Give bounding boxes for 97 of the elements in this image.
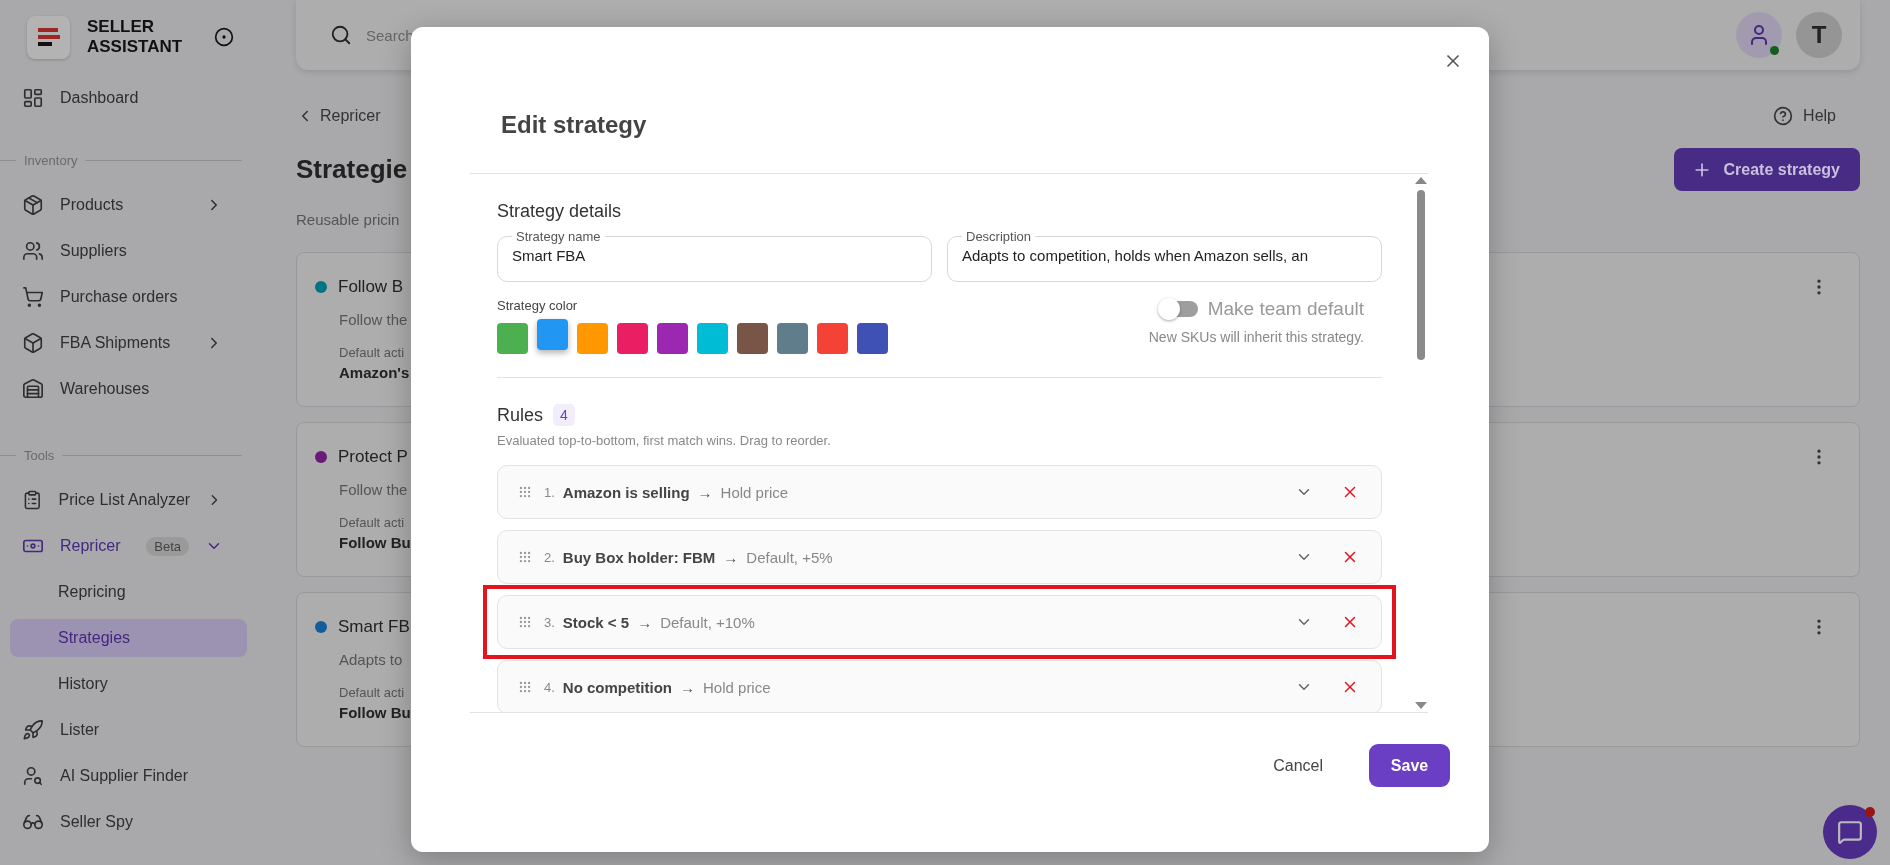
- strategy-name-field[interactable]: Strategy name Smart FBA: [497, 229, 932, 282]
- sidebar-item[interactable]: Dashboard: [0, 75, 250, 121]
- nav-icon: [22, 194, 44, 216]
- arrow-text: →: [697, 483, 713, 501]
- arrow-text: →: [680, 678, 695, 696]
- rule-number: 4.: [544, 679, 555, 695]
- field-label: Description: [965, 229, 1033, 244]
- color-swatch[interactable]: [617, 323, 648, 354]
- drag-handle-icon[interactable]: [518, 550, 532, 564]
- search-icon: [330, 24, 352, 46]
- sidebar-item[interactable]: Seller Spy: [0, 799, 250, 845]
- drag-handle-icon[interactable]: [518, 680, 532, 694]
- color-swatch[interactable]: [737, 323, 768, 354]
- color-swatch[interactable]: [577, 323, 608, 354]
- arrow-text: →: [637, 613, 653, 631]
- dialog-title: Edit strategy: [470, 27, 1428, 174]
- card-value: Amazon's: [339, 364, 410, 381]
- drag-handle-icon[interactable]: [518, 485, 532, 499]
- rule-action: Hold price: [720, 483, 789, 501]
- nav-icon: [22, 378, 44, 400]
- drag-handle-icon[interactable]: [518, 615, 532, 629]
- sidebar-item[interactable]: History: [10, 665, 247, 703]
- card-label: Default acti: [339, 685, 405, 700]
- arrow-text: →: [723, 548, 739, 566]
- chat-icon: [1837, 819, 1863, 845]
- section-label: Inventory: [24, 152, 78, 168]
- card-title: Protect P: [338, 447, 408, 467]
- nav-icon: [22, 489, 43, 511]
- sidebar-item[interactable]: Lister: [0, 707, 250, 753]
- color-swatch[interactable]: [857, 323, 888, 354]
- cancel-button[interactable]: Cancel: [1267, 755, 1329, 776]
- rule-action: Default, +5%: [746, 548, 833, 566]
- beta-badge: Beta: [146, 536, 189, 556]
- card-label: Default acti: [339, 345, 405, 360]
- rule-number: 3.: [544, 614, 555, 630]
- radio-icon[interactable]: [214, 27, 234, 47]
- section-label: Tools: [24, 447, 55, 463]
- rule-number: 2.: [544, 549, 555, 565]
- sidebar-item[interactable]: Price List Analyzer: [0, 477, 250, 523]
- description-field[interactable]: Description Adapts to competition, holds when Amazon sells, an: [947, 229, 1382, 282]
- avatar[interactable]: T: [1796, 12, 1842, 58]
- count-badge: 4: [553, 404, 575, 426]
- toggle-hint: New SKUs will inherit this strategy.: [1148, 329, 1364, 345]
- sidebar-item[interactable]: Products: [0, 182, 250, 228]
- field-label: Strategy color: [497, 298, 579, 313]
- toggle-switch[interactable]: [1159, 301, 1198, 317]
- rule-action: Default, +10%: [660, 613, 755, 631]
- rule-condition: Amazon is selling: [562, 483, 690, 501]
- rule-action: Hold price: [703, 678, 771, 696]
- sidebar-item[interactable]: Strategies: [10, 619, 247, 657]
- nav-icon: [22, 765, 44, 787]
- sidebar-item[interactable]: Warehouses: [0, 366, 250, 412]
- card-description: Follow the: [339, 481, 408, 498]
- sidebar-item[interactable]: Purchase orders: [0, 274, 250, 320]
- card-value: Follow Bu: [339, 534, 411, 551]
- page-subtitle: Reusable pricin: [296, 211, 400, 228]
- sidebar-item[interactable]: AI Supplier Finder: [0, 753, 250, 799]
- logo-icon: [27, 15, 70, 59]
- nav-icon: [22, 286, 44, 308]
- user-button[interactable]: [1736, 12, 1782, 58]
- back-link[interactable]: Repricer: [296, 107, 381, 125]
- card-title: Smart FB: [338, 617, 410, 637]
- sidebar-item[interactable]: Suppliers: [0, 228, 250, 274]
- color-swatch[interactable]: [817, 323, 848, 354]
- color-swatch[interactable]: [777, 323, 808, 354]
- page-title: Strategie: [296, 154, 408, 185]
- rules-hint: Evaluated top-to-bottom, first match wins. Drag to reorder.: [497, 433, 832, 448]
- sidebar-item[interactable]: Repricer Beta: [0, 523, 250, 569]
- nav-icon: [22, 719, 44, 741]
- chat-button[interactable]: [1823, 805, 1877, 859]
- rule-condition: Buy Box holder: FBM: [562, 548, 716, 566]
- color-swatch[interactable]: [697, 323, 728, 354]
- nav-icon: [22, 240, 44, 262]
- card-title: Follow B: [338, 277, 404, 297]
- toggle-label: Make team default: [1207, 298, 1364, 320]
- sidebar-item[interactable]: FBA Shipments: [0, 320, 250, 366]
- section-title: Strategy details: [497, 200, 623, 223]
- nav-icon: [22, 332, 44, 354]
- nav-icon: [22, 87, 44, 109]
- save-button[interactable]: Save: [1369, 744, 1450, 787]
- card-value: Follow Bu: [339, 704, 411, 721]
- rule-condition: No competition: [562, 678, 672, 696]
- color-swatch[interactable]: [497, 323, 528, 354]
- color-swatch[interactable]: [537, 319, 568, 350]
- section-title: Rules: [497, 404, 544, 427]
- card-description: Adapts to: [339, 651, 403, 668]
- card-description: Follow the: [339, 311, 408, 328]
- card-label: Default acti: [339, 515, 405, 530]
- rule-number: 1.: [544, 484, 555, 500]
- brand-name: SELLER ASSISTANT: [87, 17, 184, 57]
- sidebar-item[interactable]: Repricing: [10, 573, 247, 611]
- create-strategy-button[interactable]: Create strategy: [1673, 148, 1860, 191]
- rule-condition: Stock < 5: [562, 613, 630, 631]
- field-label: Strategy name: [515, 229, 602, 244]
- help-link[interactable]: Help: [1773, 106, 1860, 126]
- color-swatch[interactable]: [657, 323, 688, 354]
- help-icon: [1773, 106, 1794, 126]
